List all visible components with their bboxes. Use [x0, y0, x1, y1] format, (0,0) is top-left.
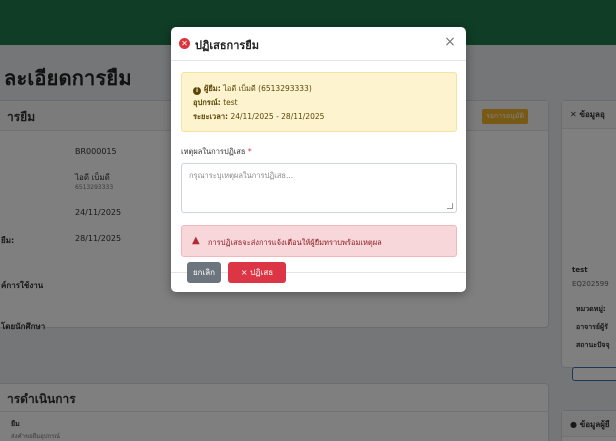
reason-placeholder: กรุณาระบุเหตุผลในการปฏิเสธ...: [189, 171, 294, 180]
period-line: ระยะเวลา: 24/11/2025 - 28/11/2025: [193, 111, 324, 123]
info-circle-icon: i: [193, 87, 201, 95]
modal-title: ปฏิเสธการยืม: [195, 39, 259, 52]
modal-header: ✕ ปฏิเสธการยืม ×: [171, 27, 466, 61]
close-icon[interactable]: ×: [442, 34, 458, 50]
reject-borrow-modal: ✕ ปฏิเสธการยืม × i ผู้ยืม: ไอดี เบ็มดี (6…: [171, 27, 466, 292]
x-circle-icon: ✕: [179, 38, 190, 49]
resize-handle[interactable]: [447, 203, 453, 209]
reason-field-label: เหตุผลในการปฏิเสธ *: [181, 146, 252, 158]
item-value: test: [223, 98, 238, 107]
warning-triangle-icon: ▲: [192, 235, 200, 246]
item-label: อุปกรณ์:: [193, 98, 221, 107]
required-mark: *: [247, 147, 252, 156]
warning-text: การปฏิเสธจะส่งการแจ้งเตือนให้ผู้ยืมทราบพ…: [208, 238, 382, 247]
reason-textarea[interactable]: กรุณาระบุเหตุผลในการปฏิเสธ...: [181, 163, 457, 213]
period-label: ระยะเวลา:: [193, 112, 229, 121]
period-value: 24/11/2025 - 28/11/2025: [230, 112, 325, 121]
warning-alert: ▲ การปฏิเสธจะส่งการแจ้งเตือนให้ผู้ยืมทรา…: [181, 225, 457, 257]
borrower-line: i ผู้ยืม: ไอดี เบ็มดี (6513293333): [193, 83, 312, 95]
borrow-summary-box: i ผู้ยืม: ไอดี เบ็มดี (6513293333) อุปกรณ…: [181, 72, 457, 132]
cancel-button[interactable]: ยกเลิก: [187, 262, 221, 283]
borrower-label: ผู้ยืม:: [204, 84, 221, 93]
item-line: อุปกรณ์: test: [193, 97, 238, 109]
reason-label-text: เหตุผลในการปฏิเสธ: [181, 147, 246, 156]
reject-button[interactable]: × ปฏิเสธ: [228, 262, 286, 283]
borrower-value: ไอดี เบ็มดี (6513293333): [223, 84, 312, 93]
